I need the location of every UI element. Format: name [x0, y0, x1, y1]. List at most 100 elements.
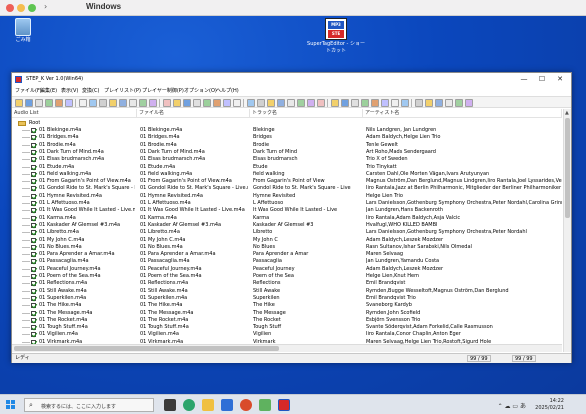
- list-row[interactable]: 01 Blekinge.m4a 01 Blekinge.m4a Blekinge Ni…: [12, 127, 562, 134]
- check-icon[interactable]: [31, 288, 36, 294]
- toolbar-button-icon[interactable]: [35, 99, 43, 107]
- list-row[interactable]: 01 Dark Turn of Mind.m4a 01 Dark Turn of …: [12, 149, 562, 156]
- step-k-taskbar-icon[interactable]: [278, 399, 290, 411]
- toolbar-button-icon[interactable]: [55, 99, 63, 107]
- toolbar-button-icon[interactable]: [351, 99, 359, 107]
- column-header-artist[interactable]: アーティスト名: [363, 109, 562, 118]
- check-icon[interactable]: [31, 303, 36, 309]
- supertageditor-shortcut[interactable]: MP3 STE SuperTagEditor - ショートカット: [306, 18, 366, 54]
- toolbar-button-icon[interactable]: [361, 99, 369, 107]
- menu-options[interactable]: オプション(O): [184, 87, 217, 94]
- toolbar-button-icon[interactable]: [15, 99, 23, 107]
- menu-convert[interactable]: 変換(C): [82, 87, 99, 94]
- tree-root[interactable]: Root: [12, 120, 562, 127]
- toolbar-button-icon[interactable]: [465, 99, 473, 107]
- check-icon[interactable]: [31, 164, 36, 170]
- toolbar-button-icon[interactable]: [267, 99, 275, 107]
- check-icon[interactable]: [31, 193, 36, 199]
- toolbar-button-icon[interactable]: [25, 99, 33, 107]
- check-icon[interactable]: [31, 237, 36, 243]
- toolbar-button-icon[interactable]: [415, 99, 423, 107]
- list-row[interactable]: 01 From Gagarin's Point of View.m4a 01 Fr…: [12, 178, 562, 185]
- check-icon[interactable]: [31, 149, 36, 155]
- audio-list[interactable]: Audio List ファイル名 トラック名 アーティスト名 Root 01 B…: [12, 109, 562, 352]
- check-icon[interactable]: [31, 201, 36, 206]
- check-icon[interactable]: [31, 208, 36, 214]
- list-row[interactable]: 01 Bridges.m4a 01 Bridges.m4a Bridges Adam …: [12, 134, 562, 141]
- toolbar-button-icon[interactable]: [381, 99, 389, 107]
- task-view-icon[interactable]: [164, 399, 176, 411]
- check-icon[interactable]: [31, 259, 36, 265]
- toolbar-button-icon[interactable]: [371, 99, 379, 107]
- toolbar-button-icon[interactable]: [79, 99, 87, 107]
- check-icon[interactable]: [31, 222, 36, 228]
- list-row[interactable]: 01 field walking.m4a 01 field walking.m4a…: [12, 171, 562, 178]
- scroll-up-icon[interactable]: ▲: [565, 110, 569, 116]
- list-row[interactable]: 01 Kaskader Af Glemsel #3.m4a 01 Kaskader…: [12, 222, 562, 229]
- toolbar-button-icon[interactable]: [455, 99, 463, 107]
- check-icon[interactable]: [31, 332, 36, 338]
- list-row[interactable]: 01 Libretto.m4a 01 Libretto.m4a Libretto La…: [12, 229, 562, 236]
- toolbar-button-icon[interactable]: [425, 99, 433, 107]
- minimize-button[interactable]: —: [515, 73, 533, 86]
- start-button[interactable]: [6, 400, 16, 410]
- menu-view[interactable]: 表示(V): [61, 87, 78, 94]
- toolbar-button-icon[interactable]: [277, 99, 285, 107]
- toolbar-button-icon[interactable]: [213, 99, 221, 107]
- check-icon[interactable]: [31, 274, 36, 279]
- horizontal-scroll-thumb[interactable]: [14, 346, 279, 351]
- toolbar-button-icon[interactable]: [203, 99, 211, 107]
- toolbar-button-icon[interactable]: [223, 99, 231, 107]
- toolbar-button-icon[interactable]: [109, 99, 117, 107]
- toolbar-button-icon[interactable]: [401, 99, 409, 107]
- list-row[interactable]: 01 Poem of the Sea.m4a 01 Poem of the Sea…: [12, 273, 562, 280]
- list-row[interactable]: 01 The Rocket.m4a 01 The Rocket.m4a The Ro…: [12, 317, 562, 324]
- column-header-audio-list[interactable]: Audio List: [12, 109, 137, 118]
- close-button[interactable]: ✕: [551, 73, 569, 86]
- check-icon[interactable]: [31, 295, 36, 301]
- vertical-scrollbar[interactable]: ▲: [563, 109, 571, 352]
- maximize-button[interactable]: ☐: [533, 73, 551, 86]
- check-icon[interactable]: [31, 230, 36, 236]
- toolbar-button-icon[interactable]: [341, 99, 349, 107]
- system-tray-icons[interactable]: ⌃ ☁ ▭ あ: [498, 401, 526, 410]
- minimize-window-button[interactable]: [17, 4, 25, 12]
- toolbar-button-icon[interactable]: [65, 99, 73, 107]
- check-icon[interactable]: [31, 281, 36, 287]
- toolbar-button-icon[interactable]: [297, 99, 305, 107]
- toolbar-button-icon[interactable]: [45, 99, 53, 107]
- check-icon[interactable]: [31, 128, 36, 133]
- toolbar-button-icon[interactable]: [445, 99, 453, 107]
- edge-icon[interactable]: [183, 399, 195, 411]
- store-icon[interactable]: [221, 399, 233, 411]
- column-header-filename[interactable]: ファイル名: [137, 109, 250, 118]
- menu-help[interactable]: ヘルプ(H): [216, 87, 239, 94]
- menu-file[interactable]: ファイル(F): [15, 87, 42, 94]
- toolbar-button-icon[interactable]: [391, 99, 399, 107]
- list-row[interactable]: 01 Vigilien.m4a 01 Vigilien.m4a Vigilien Ii…: [12, 331, 562, 338]
- toolbar-button-icon[interactable]: [331, 99, 339, 107]
- list-row[interactable]: 01 Passacaglia.m4a 01 Passacaglia.m4a Pass…: [12, 258, 562, 265]
- toolbar-button-icon[interactable]: [233, 99, 241, 107]
- check-icon[interactable]: [31, 266, 36, 272]
- horizontal-scrollbar[interactable]: [12, 344, 562, 352]
- toolbar-button-icon[interactable]: [317, 99, 325, 107]
- toolbar-button-icon[interactable]: [435, 99, 443, 107]
- list-row[interactable]: 01 No Blues.m4a 01 No Blues.m4a No Blues Ra…: [12, 244, 562, 251]
- zoom-window-button[interactable]: [28, 4, 36, 12]
- toolbar-button-icon[interactable]: [193, 99, 201, 107]
- toolbar-button-icon[interactable]: [149, 99, 157, 107]
- check-icon[interactable]: [31, 244, 36, 250]
- list-row[interactable]: 01 My John C.m4a 01 My John C.m4a My John …: [12, 237, 562, 244]
- toolbar-button-icon[interactable]: [119, 99, 127, 107]
- vertical-scroll-thumb[interactable]: [565, 118, 570, 218]
- toolbar-button-icon[interactable]: [287, 99, 295, 107]
- check-icon[interactable]: [31, 157, 36, 163]
- close-window-button[interactable]: [6, 4, 14, 12]
- chevron-icon[interactable]: ›: [44, 2, 47, 11]
- menu-player-control[interactable]: プレイヤー制御(P): [142, 87, 184, 94]
- list-row[interactable]: 01 L Affettuoso.m4a 01 L Affettuoso.m4a L …: [12, 200, 562, 207]
- list-row[interactable]: 01 It Was Good While It Lasted - Live.m4…: [12, 207, 562, 214]
- list-row[interactable]: 01 Superkilen.m4a 01 Superkilen.m4a Superk…: [12, 295, 562, 302]
- list-row[interactable]: 01 Peaceful Journey.m4a 01 Peaceful Journ…: [12, 266, 562, 273]
